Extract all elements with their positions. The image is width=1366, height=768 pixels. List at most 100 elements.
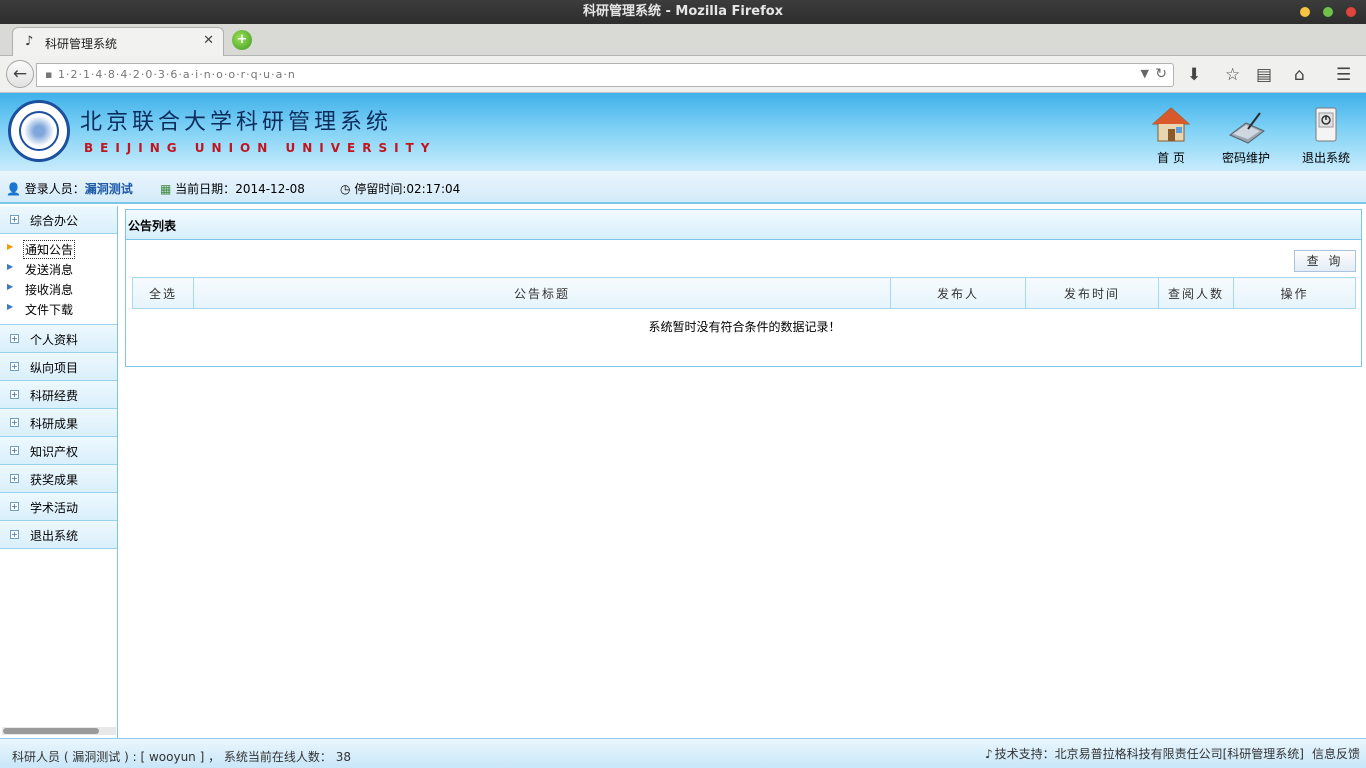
table-header-row: 全选 公告标题 发布人 发布时间 查阅人数 操作 <box>132 277 1356 309</box>
notice-list-panel: 公告列表 查 询 全选 公告标题 发布人 发布时间 查阅人数 操作 系统暂时没有… <box>125 209 1362 367</box>
scrollbar-thumb[interactable] <box>3 728 99 734</box>
back-button[interactable]: ← <box>6 60 34 88</box>
window-titlebar: 科研管理系统 - Mozilla Firefox <box>0 0 1366 24</box>
house-icon <box>1151 107 1191 142</box>
expand-icon: + <box>10 474 19 483</box>
url-history-chevron-icon[interactable]: ▼ <box>1141 67 1149 80</box>
item-label: 发送消息 <box>25 263 74 277</box>
password-button[interactable]: 密码维护 <box>1211 105 1281 166</box>
arrow-icon: ▶ <box>7 282 14 291</box>
sidebar-scrollbar[interactable] <box>2 727 116 735</box>
login-label: 登录人员： <box>24 182 85 196</box>
clock-icon: ◷ <box>340 182 351 196</box>
maximize-dot[interactable] <box>1323 7 1333 17</box>
notice-table: 全选 公告标题 发布人 发布时间 查阅人数 操作 <box>132 277 1356 309</box>
support-text: 技术支持：北京易普拉格科技有限责任公司[科研管理系统] <box>994 747 1304 761</box>
select-all-header[interactable]: 全选 <box>132 277 194 309</box>
power-switch-icon <box>1315 107 1337 142</box>
empty-message: 系统暂时没有符合条件的数据记录！ <box>648 320 841 334</box>
system-subtitle: BEIJING UNION UNIVERSITY <box>84 141 437 155</box>
office-submenu: ▶ 通知公告 ▶ 发送消息 ▶ 接收消息 ▶ 文件下载 <box>0 234 117 325</box>
arrow-icon: ▶ <box>7 262 14 271</box>
url-text: ▪ 1·2·1·4·8·4·2·0·3·6·a·i·n·o·o·r·q·u·a·… <box>45 68 296 81</box>
stay-value: 02:17:04 <box>406 182 461 196</box>
tab-favicon-icon: ♪ <box>25 34 34 49</box>
sidebar-section-awards[interactable]: + 获奖成果 <box>0 465 117 493</box>
item-label: 文件下载 <box>25 303 74 317</box>
publisher-header: 发布人 <box>890 277 1026 309</box>
user-icon: 👤 <box>6 182 21 196</box>
sidebar-section-vertical-projects[interactable]: + 纵向项目 <box>0 353 117 381</box>
query-button[interactable]: 查 询 <box>1294 250 1356 272</box>
date-label: 当前日期： <box>175 182 236 196</box>
new-tab-icon[interactable]: + <box>232 30 252 50</box>
login-info: 👤 登录人员：漏洞测试 <box>6 180 133 197</box>
sidebar-item-receive-message[interactable]: ▶ 接收消息 <box>0 278 117 298</box>
sidebar-section-academic[interactable]: + 学术活动 <box>0 493 117 521</box>
browser-tabbar: ♪ 科研管理系统 ✕ <box>0 24 1366 56</box>
sidebar-section-funding[interactable]: + 科研经费 <box>0 381 117 409</box>
seal-inner-mark <box>19 111 59 151</box>
panel-header: 公告列表 <box>126 210 1361 240</box>
sidebar-item-send-message[interactable]: ▶ 发送消息 <box>0 258 117 278</box>
panel-title: 公告列表 <box>128 219 177 233</box>
calendar-icon: ▦ <box>160 182 172 196</box>
logout-label: 退出系统 <box>1301 151 1350 165</box>
stay-time-info: ◷ 停留时间:02:17:04 <box>340 180 460 197</box>
footer-right: ♪ 技术支持：北京易普拉格科技有限责任公司[科研管理系统] 信息反馈 <box>985 745 1360 762</box>
section-label: 科研成果 <box>30 417 79 431</box>
login-user: 漏洞测试 <box>84 182 133 196</box>
section-label: 获奖成果 <box>30 473 79 487</box>
password-pad-icon <box>1229 112 1265 144</box>
header-banner: 北京联合大学科研管理系统 BEIJING UNION UNIVERSITY 首 … <box>0 93 1366 171</box>
status-footer: 科研人员 ( 漏洞测试 ) : [ wooyun ] ， 系统当前在线人数： 3… <box>0 738 1366 768</box>
section-label: 综合办公 <box>30 214 79 228</box>
stay-label: 停留时间: <box>354 182 407 196</box>
close-dot[interactable] <box>1346 7 1356 17</box>
title-header: 公告标题 <box>193 277 891 309</box>
sidebar-section-logout[interactable]: + 退出系统 <box>0 521 117 549</box>
browser-tab[interactable]: ♪ 科研管理系统 ✕ <box>12 27 224 56</box>
minimize-dot[interactable] <box>1300 7 1310 17</box>
home-button[interactable]: 首 页 <box>1136 105 1206 166</box>
expand-icon: + <box>10 390 19 399</box>
section-label: 科研经费 <box>30 389 79 403</box>
arrow-icon: ▶ <box>7 242 14 251</box>
download-icon[interactable]: ⬇ <box>1187 65 1201 85</box>
home-icon[interactable]: ⌂ <box>1294 65 1305 85</box>
sidebar-item-notices[interactable]: ▶ 通知公告 <box>0 238 117 259</box>
reload-icon[interactable]: ↻ <box>1155 66 1167 82</box>
url-bar[interactable]: ▪ 1·2·1·4·8·4·2·0·3·6·a·i·n·o·o·r·q·u·a·… <box>36 63 1174 87</box>
system-title: 北京联合大学科研管理系统 <box>80 110 393 135</box>
university-seal-logo <box>8 100 70 162</box>
expand-icon: + <box>10 418 19 427</box>
read-count-header: 查阅人数 <box>1158 277 1234 309</box>
arrow-icon: ▶ <box>7 302 14 311</box>
logout-button[interactable]: 退出系统 <box>1291 105 1361 166</box>
sidebar-item-file-download[interactable]: ▶ 文件下载 <box>0 298 117 318</box>
section-label: 学术活动 <box>30 501 79 515</box>
publish-time-header: 发布时间 <box>1025 277 1159 309</box>
sidebar-section-ip[interactable]: + 知识产权 <box>0 437 117 465</box>
window-controls <box>1300 7 1356 17</box>
support-icon: ♪ <box>984 747 993 761</box>
expand-icon: + <box>10 362 19 371</box>
sidebar-section-results[interactable]: + 科研成果 <box>0 409 117 437</box>
section-label: 知识产权 <box>30 445 79 459</box>
sidebar-section-office[interactable]: + 综合办公 <box>0 206 117 234</box>
bookmark-star-icon[interactable]: ☆ <box>1225 65 1240 85</box>
expand-icon: + <box>10 334 19 343</box>
feedback-link[interactable]: 信息反馈 <box>1312 747 1360 761</box>
sidebar-section-profile[interactable]: + 个人资料 <box>0 325 117 353</box>
expand-icon: + <box>10 446 19 455</box>
menu-icon[interactable]: ☰ <box>1336 65 1351 85</box>
expand-icon: + <box>10 215 19 224</box>
reading-list-icon[interactable]: ▤ <box>1256 65 1272 85</box>
expand-icon: + <box>10 502 19 511</box>
home-label: 首 页 <box>1157 151 1185 165</box>
tab-close-icon[interactable]: ✕ <box>203 33 214 48</box>
expand-icon: + <box>10 530 19 539</box>
section-label: 退出系统 <box>30 529 79 543</box>
session-info-bar: 👤 登录人员：漏洞测试 ▦ 当前日期：2014-12-08 ◷ 停留时间:02:… <box>0 171 1366 204</box>
section-label: 纵向项目 <box>30 361 79 375</box>
